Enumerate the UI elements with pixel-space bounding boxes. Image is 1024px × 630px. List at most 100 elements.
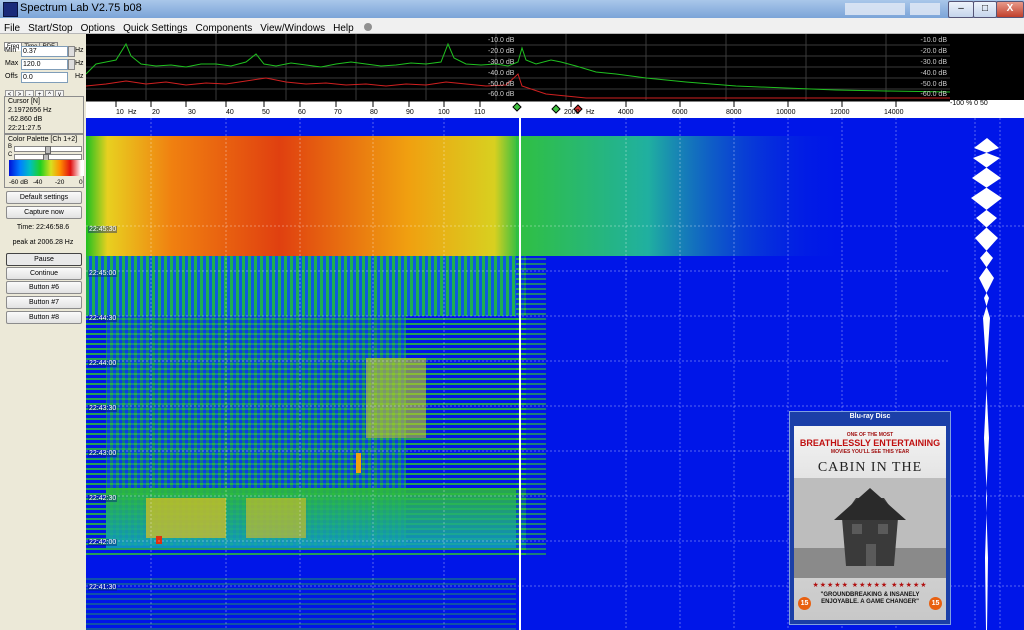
cover-quote-bottom: "GROUNDBREAKING & INSANELY ENJOYABLE. A …: [820, 592, 920, 605]
menu-file[interactable]: File: [0, 22, 24, 34]
db-label: -60.0 dB: [920, 91, 947, 98]
freq-tick: 4000: [618, 109, 634, 116]
min-label: Min: [5, 47, 17, 54]
waterfall-time-label: 22:44:00: [88, 360, 118, 367]
freq-tick: Hz: [586, 109, 595, 116]
freq-tick: 10: [116, 109, 124, 116]
db-label: -50.0 dB: [920, 81, 947, 88]
marker-green-icon: [512, 102, 522, 112]
menu-start-stop[interactable]: Start/Stop: [24, 22, 76, 34]
offset-input[interactable]: 0.0: [21, 72, 68, 83]
freq-tick: 8000: [726, 109, 742, 116]
button-6[interactable]: Button #6: [6, 281, 82, 294]
freq-tick: 10000: [776, 109, 796, 116]
db-label: -40.0 dB: [920, 70, 947, 77]
freq-tick: 100: [438, 109, 450, 116]
maximize-button[interactable]: □: [973, 1, 997, 18]
age-rating-badge: 15: [798, 597, 811, 610]
waterfall-time-label: 22:42:00: [88, 539, 118, 546]
max-freq-input[interactable]: 120.0: [21, 59, 68, 70]
spectrum-display[interactable]: -10.0 dB -20.0 dB -30.0 dB -40.0 dB -50.…: [86, 34, 950, 100]
freq-tick: 70: [334, 109, 342, 116]
blurred-area: [845, 3, 905, 15]
waterfall-time-label: 22:43:00: [88, 450, 118, 457]
freq-tick: 90: [406, 109, 414, 116]
color-palette-label: Color Palette [Ch 1+2]: [8, 136, 78, 143]
min-freq-spinner[interactable]: [68, 46, 75, 57]
freq-tick: 80: [370, 109, 378, 116]
default-settings-button[interactable]: Default settings: [6, 191, 82, 204]
brightness-label: B: [8, 144, 13, 150]
continue-button[interactable]: Continue: [6, 267, 82, 280]
max-freq-spinner[interactable]: [68, 59, 75, 70]
brightness-slider[interactable]: B: [8, 144, 86, 154]
scale-ticks: [86, 101, 950, 114]
cover-quote-headline: BREATHLESSLY ENTERTAINING: [799, 438, 941, 448]
pause-button[interactable]: Pause: [6, 253, 82, 266]
palette-tick: 0: [79, 179, 83, 186]
freq-tick: 2000: [564, 109, 580, 116]
db-label: -30.0 dB: [920, 59, 947, 66]
db-scale: -10.0 dB -20.0 dB -30.0 dB -40.0 dB -50.…: [887, 34, 947, 100]
waterfall-time-label: 22:42:30: [88, 495, 118, 502]
age-rating-badge: 15: [929, 597, 942, 610]
freq-tick: 20: [152, 109, 160, 116]
menu-quick-settings[interactable]: Quick Settings: [119, 22, 191, 34]
menu-components[interactable]: Components: [192, 22, 257, 34]
frequency-scale[interactable]: 10 Hz 20 30 40 50 60 70 80 90 100 110 20…: [86, 100, 950, 120]
button-7[interactable]: Button #7: [6, 296, 82, 309]
palette-tick: -60 dB: [9, 179, 29, 186]
cabin-illustration: [794, 478, 946, 578]
menu-help[interactable]: Help: [329, 22, 358, 34]
min-freq-input[interactable]: 0.37: [21, 46, 68, 57]
minimize-button[interactable]: –: [948, 1, 974, 18]
db-label: -10.0 dB: [488, 37, 515, 44]
cursor-line[interactable]: [519, 118, 521, 630]
waterfall-time-label: 22:45:30: [88, 226, 118, 233]
menu-options[interactable]: Options: [77, 22, 119, 34]
offs-label: Offs: [5, 73, 18, 80]
spectrum-graph: [86, 34, 950, 100]
cursor-readout: Cursor [N] 2.1972656 Hz -62.860 dB 22:21…: [4, 96, 84, 134]
palette-tick: -40: [33, 179, 43, 186]
scope-display[interactable]: [950, 118, 1024, 630]
close-button[interactable]: X: [996, 1, 1024, 18]
unit-label: Hz: [75, 60, 84, 67]
cursor-level: -62.860 dB: [8, 116, 43, 123]
freq-tick: 50: [262, 109, 270, 116]
menu-bar: File Start/Stop Options Quick Settings Compo…: [0, 18, 1024, 34]
button-8[interactable]: Button #8: [6, 311, 82, 324]
menu-view-windows[interactable]: View/Windows: [256, 22, 329, 34]
freq-tick: 40: [226, 109, 234, 116]
freq-tick: 14000: [884, 109, 904, 116]
peak-readout: peak at 2006.28 Hz: [12, 239, 74, 246]
waterfall-time-label: 22:45:00: [88, 270, 118, 277]
waterfall-time-label: 22:43:30: [88, 405, 118, 412]
title-bar: Spectrum Lab V2.75 b08 – □ X: [0, 0, 1024, 18]
left-panel: FreqTimeRDF Min 0.37 Hz Max 120.0 Hz Off…: [0, 34, 86, 630]
blurred-area: [910, 3, 940, 15]
scope-trace: [950, 118, 1024, 630]
cover-quote-sub: MOVIES YOU'LL SEE THIS YEAR: [830, 449, 910, 455]
color-palette-group: Color Palette [Ch 1+2] B C -60 dB -40 -2…: [4, 134, 84, 188]
db-label: -10.0 dB: [920, 37, 947, 44]
color-palette-bar[interactable]: [9, 160, 84, 176]
window-title: Spectrum Lab V2.75 b08: [20, 2, 142, 14]
capture-now-button[interactable]: Capture now: [6, 206, 82, 219]
scope-scale: -100 % 0 50: [950, 100, 1024, 119]
unit-label: Hz: [75, 73, 84, 80]
freq-tick: Hz: [128, 109, 137, 116]
contrast-slider[interactable]: C: [8, 152, 86, 162]
unit-label: Hz: [75, 47, 84, 54]
freq-tick: 60: [298, 109, 306, 116]
max-label: Max: [5, 60, 19, 67]
db-label: -20.0 dB: [488, 48, 515, 55]
bluray-logo: Blu-ray Disc: [849, 413, 891, 420]
app-icon: [3, 2, 18, 17]
time-readout: Time: 22:46:58.6: [16, 224, 70, 231]
db-label: -60.0 dB: [488, 91, 515, 98]
cursor-label: Cursor [N]: [8, 98, 40, 105]
freq-tick: 12000: [830, 109, 850, 116]
freq-tick: 6000: [672, 109, 688, 116]
db-label: -40.0 dB: [488, 70, 515, 77]
